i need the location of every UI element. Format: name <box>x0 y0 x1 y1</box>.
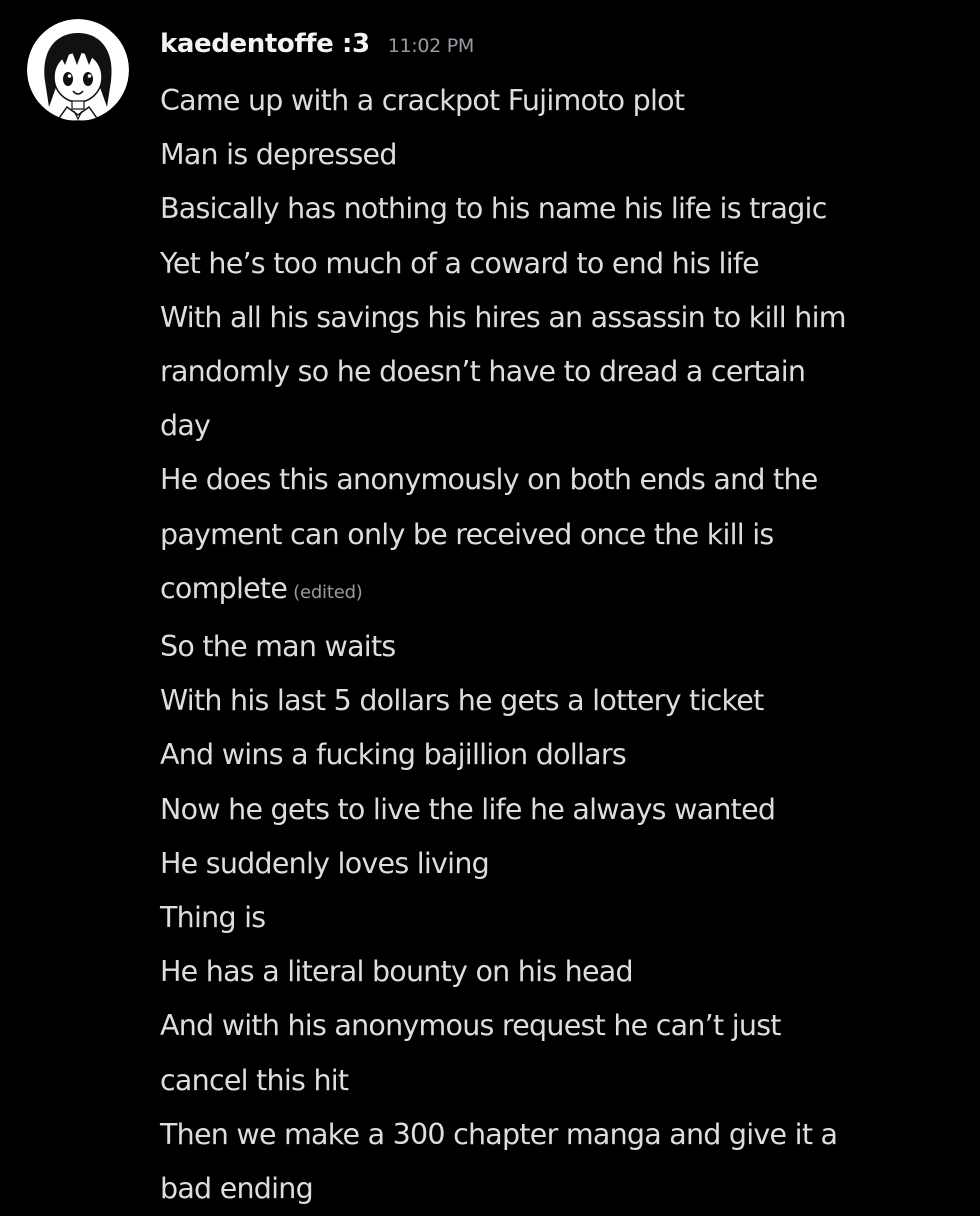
message-line: cancel this hit <box>160 1063 349 1097</box>
message-content: kaedentoffe :3 11:02 PM Came up with a c… <box>160 20 970 1216</box>
chat-message: kaedentoffe :3 11:02 PM Came up with a c… <box>0 0 980 1205</box>
message-line: Came up with a crackpot Fujimoto plot <box>160 84 685 117</box>
message-line: He does this anonymously on both ends an… <box>160 463 818 497</box>
message-line: day <box>160 409 211 443</box>
message-line: bad ending <box>160 1172 314 1206</box>
message-line: Man is depressed <box>160 138 397 172</box>
message-line-text: complete <box>160 571 288 605</box>
message-line: With his last 5 dollars he gets a lotter… <box>160 684 764 718</box>
username[interactable]: kaedentoffe :3 <box>160 20 370 68</box>
message-line: Yet he’s too much of a coward to end his… <box>160 246 760 280</box>
message-line: So the man waits <box>160 630 396 664</box>
message-line: With all his savings his hires an assass… <box>160 300 847 334</box>
message-body: Came up with a crackpot Fujimoto plot Ma… <box>160 74 970 1216</box>
message-line: And wins a fucking bajillion dollars <box>160 738 627 772</box>
message-line: He suddenly loves living <box>160 846 490 880</box>
message-line: Now he gets to live the life he always w… <box>160 792 776 826</box>
user-avatar[interactable] <box>27 19 129 121</box>
message-line-edited: complete (edited) <box>160 562 970 620</box>
message-line: He has a literal bounty on his head <box>160 955 634 989</box>
edited-label[interactable]: (edited) <box>293 582 363 603</box>
message-line: payment can only be received once the ki… <box>160 517 774 551</box>
message-line: Basically has nothing to his name his li… <box>160 192 827 226</box>
message-line: Then we make a 300 chapter manga and giv… <box>160 1117 838 1151</box>
timestamp[interactable]: 11:02 PM <box>388 22 475 70</box>
message-header: kaedentoffe :3 11:02 PM <box>160 20 970 68</box>
message-line: randomly so he doesn’t have to dread a c… <box>160 355 806 389</box>
message-line: Thing is <box>160 901 266 935</box>
anime-girl-avatar-icon <box>27 19 129 121</box>
message-line: And with his anonymous request he can’t … <box>160 1009 781 1043</box>
